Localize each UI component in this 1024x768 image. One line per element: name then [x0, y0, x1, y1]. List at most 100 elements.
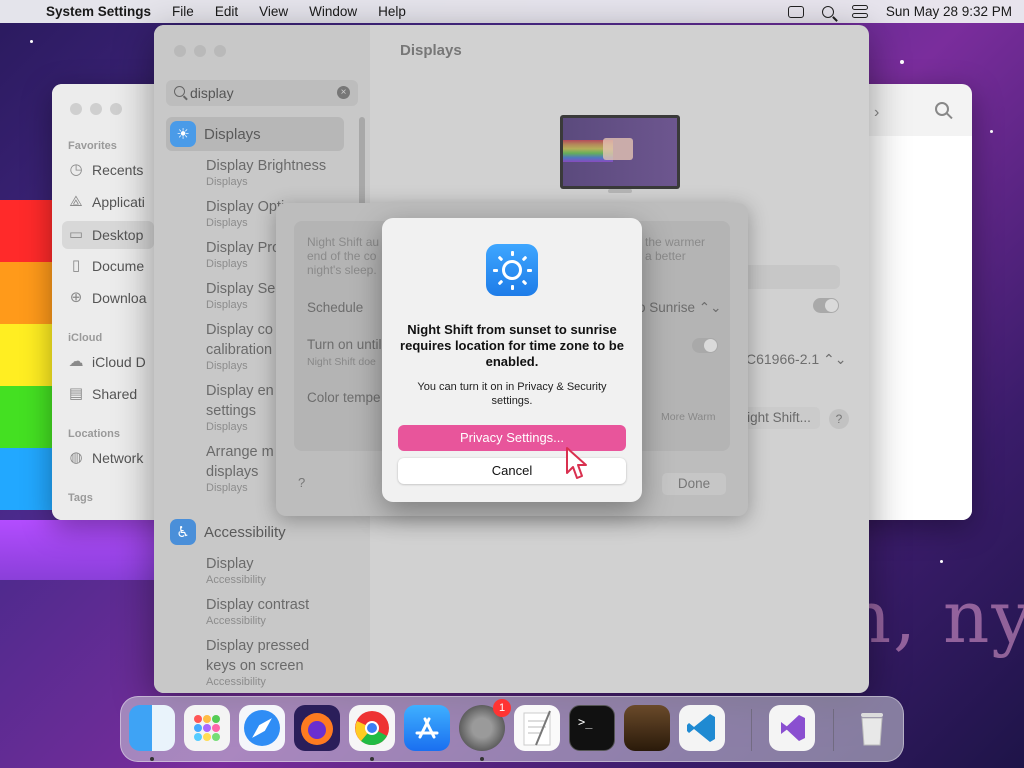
settings-search-input[interactable]: display × — [166, 80, 358, 106]
control-center-icon[interactable] — [851, 5, 868, 18]
menu-view[interactable]: View — [259, 4, 288, 19]
wallpaper-star — [940, 560, 943, 563]
chevron-right-icon[interactable]: › — [874, 104, 879, 122]
close-button[interactable] — [70, 103, 82, 115]
turn-on-until-label: Turn on until — [307, 337, 382, 352]
textedit-dock-icon[interactable] — [514, 705, 560, 751]
safari-dock-icon[interactable] — [239, 705, 285, 751]
dock-separator — [751, 709, 752, 751]
dock: 1 >_ — [120, 696, 904, 762]
alert-title: Night Shift from sunset to sunrise requi… — [400, 322, 624, 369]
finder-item-downloads[interactable]: ⊕ Downloa — [68, 289, 147, 307]
menu-bar: System Settings File Edit View Window He… — [0, 0, 1024, 23]
search-result-accessibility-display[interactable]: Display Accessibility — [206, 554, 266, 586]
search-query: display — [190, 85, 234, 101]
dock-separator — [833, 709, 834, 751]
menu-window[interactable]: Window — [309, 4, 357, 19]
applications-icon: ⟁ — [69, 193, 83, 210]
menu-help[interactable]: Help — [378, 4, 406, 19]
finder-item-recents[interactable]: ◷ Recents — [68, 161, 143, 179]
menu-app-name[interactable]: System Settings — [46, 4, 151, 19]
terminal-dock-icon[interactable]: >_ — [569, 705, 615, 751]
firefox-dock-icon[interactable] — [294, 705, 340, 751]
finder-item-shared[interactable]: ▤ Shared — [68, 386, 137, 403]
display-thumbnail-screen — [563, 118, 677, 186]
finder-traffic-lights — [70, 103, 122, 115]
menu-clock[interactable]: Sun May 28 9:32 PM — [886, 4, 1012, 19]
finder-item-applications[interactable]: ⟁ Applicati — [68, 193, 145, 211]
search-result-arrange-displays[interactable]: Arrange m displays Displays — [206, 442, 274, 494]
search-icon — [174, 86, 185, 97]
vscode-dock-icon[interactable] — [679, 705, 725, 751]
chrome-dock-icon[interactable] — [349, 705, 395, 751]
wallpaper-star — [900, 60, 904, 64]
wallpaper-rainbow — [0, 200, 52, 510]
search-result-display-energy-settings[interactable]: Display en settings Displays — [206, 381, 274, 433]
visual-studio-dock-icon[interactable] — [769, 705, 815, 751]
sidebar-scrollbar[interactable] — [359, 117, 365, 207]
clock-icon: ◷ — [69, 161, 83, 178]
night-shift-description-left-2: end of the co — [307, 249, 377, 263]
wallpaper-star — [990, 130, 993, 133]
night-shift-sun-icon — [486, 244, 538, 296]
zoom-button[interactable] — [214, 45, 226, 57]
search-result-display-calibration[interactable]: Display co calibration Displays — [206, 320, 273, 372]
turn-on-until-subtitle: Night Shift doe — [307, 356, 376, 368]
running-indicator — [480, 757, 484, 761]
finder-item-network[interactable]: ◍ Network — [68, 449, 143, 467]
finder-section-tags: Tags — [68, 492, 93, 504]
network-icon: ◍ — [69, 449, 83, 466]
system-settings-dock-icon[interactable]: 1 — [459, 699, 511, 751]
privacy-settings-button[interactable]: Privacy Settings... — [398, 425, 626, 451]
sidebar-item-accessibility[interactable]: ♿ Accessibility — [166, 515, 344, 549]
screen-mirroring-icon[interactable] — [787, 5, 804, 18]
menu-file[interactable]: File — [172, 4, 194, 19]
sheet-help-button[interactable]: ? — [298, 475, 316, 493]
help-button[interactable]: ? — [829, 409, 849, 429]
settings-toggle[interactable] — [813, 298, 839, 313]
download-icon: ⊕ — [69, 289, 83, 306]
schedule-select[interactable]: o Sunrise ⌃⌄ — [638, 300, 721, 316]
search-result-display-settings[interactable]: Display Se Displays — [206, 279, 275, 311]
sidebar-item-displays[interactable]: ☀ Displays — [166, 117, 344, 151]
search-result-display-contrast[interactable]: Display contrast Accessibility — [206, 595, 309, 627]
finder-item-documents[interactable]: ▯ Docume — [68, 258, 144, 275]
garageband-dock-icon[interactable] — [624, 705, 670, 751]
cloud-icon: ☁ — [68, 353, 84, 370]
notification-badge: 1 — [493, 699, 511, 717]
cancel-button[interactable]: Cancel — [398, 458, 626, 484]
clear-search-icon[interactable]: × — [337, 86, 350, 99]
color-profile-select[interactable]: C61966-2.1 ⌃⌄ — [746, 351, 847, 368]
close-button[interactable] — [174, 45, 186, 57]
finder-dock-icon[interactable] — [129, 705, 175, 751]
finder-content — [868, 136, 972, 520]
search-result-display-brightness[interactable]: Display Brightness Displays — [206, 156, 326, 188]
minimize-button[interactable] — [90, 103, 102, 115]
night-shift-description-right-2: a better — [645, 249, 686, 263]
spotlight-search-icon[interactable] — [821, 5, 834, 18]
finder-section-favorites: Favorites — [68, 140, 117, 152]
minimize-button[interactable] — [194, 45, 206, 57]
launchpad-dock-icon[interactable] — [184, 705, 230, 751]
search-result-display-options[interactable]: Display Opti Displays — [206, 197, 284, 229]
finder-item-desktop[interactable]: ▭ Desktop — [62, 221, 154, 249]
desktop-icon: ▭ — [68, 226, 84, 243]
search-icon[interactable] — [935, 102, 949, 116]
running-indicator — [150, 757, 154, 761]
display-thumbnail-stand — [608, 189, 632, 193]
display-thumbnail[interactable] — [560, 115, 680, 193]
more-warm-label: More Warm — [661, 411, 716, 423]
finder-item-icloud-drive[interactable]: ☁ iCloud D — [68, 353, 146, 371]
trash-dock-icon[interactable] — [849, 705, 895, 751]
search-result-display-pressed-keys[interactable]: Display pressed keys on screen Accessibi… — [206, 636, 309, 688]
search-result-display-profile[interactable]: Display Pro Displays — [206, 238, 280, 270]
displays-icon: ☀ — [170, 121, 196, 147]
app-store-dock-icon[interactable] — [404, 705, 450, 751]
night-shift-button[interactable]: ight Shift... — [738, 407, 820, 429]
settings-traffic-lights — [174, 45, 226, 57]
done-button[interactable]: Done — [662, 473, 726, 495]
turn-on-until-toggle[interactable] — [692, 338, 718, 353]
zoom-button[interactable] — [110, 103, 122, 115]
finder-section-locations: Locations — [68, 428, 120, 440]
menu-edit[interactable]: Edit — [215, 4, 238, 19]
